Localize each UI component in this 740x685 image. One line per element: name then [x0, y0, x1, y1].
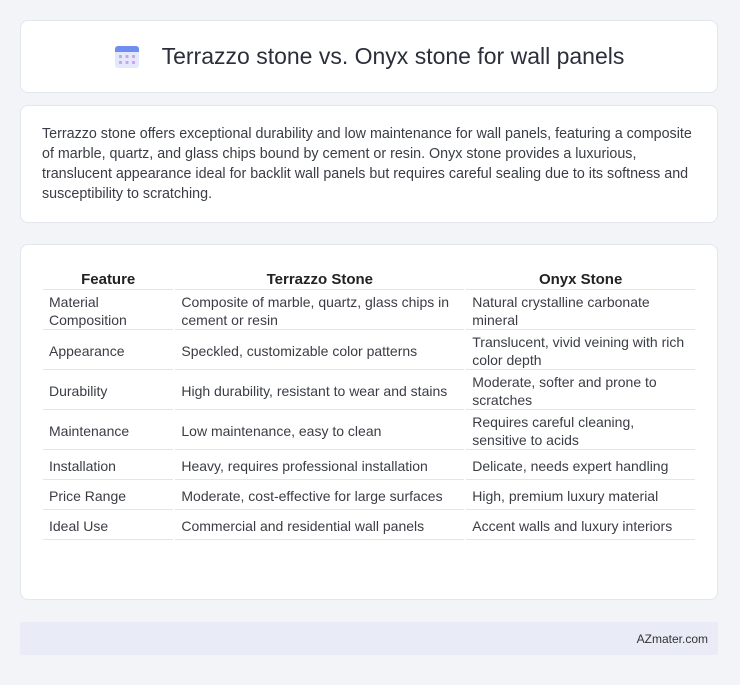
table-cell: Maintenance	[43, 412, 174, 450]
column-header-onyx: Onyx Stone	[466, 269, 695, 290]
table-cell: Translucent, vivid veining with rich col…	[466, 332, 695, 370]
comparison-table-card: Feature Terrazzo Stone Onyx Stone Materi…	[20, 244, 718, 600]
calendar-icon	[114, 45, 139, 68]
table-row: Appearance Speckled, customizable color …	[43, 332, 695, 370]
table-cell: Durability	[43, 372, 174, 410]
table-row: Maintenance Low maintenance, easy to cle…	[43, 412, 695, 450]
table-cell: Delicate, needs expert handling	[466, 452, 695, 480]
table-row: Installation Heavy, requires professiona…	[43, 452, 695, 480]
table-cell: Composite of marble, quartz, glass chips…	[175, 292, 465, 330]
footer: AZmater.com	[20, 622, 718, 655]
table-cell: Accent walls and luxury interiors	[466, 512, 695, 540]
table-cell: Commercial and residential wall panels	[175, 512, 465, 540]
table-cell: Heavy, requires professional installatio…	[175, 452, 465, 480]
table-row: Ideal Use Commercial and residential wal…	[43, 512, 695, 540]
table-row: Material Composition Composite of marble…	[43, 292, 695, 330]
table-cell: Speckled, customizable color patterns	[175, 332, 465, 370]
table-row: Durability High durability, resistant to…	[43, 372, 695, 410]
table-row: Price Range Moderate, cost-effective for…	[43, 482, 695, 510]
summary-text: Terrazzo stone offers exceptional durabi…	[42, 126, 692, 202]
table-cell: High durability, resistant to wear and s…	[175, 372, 465, 410]
table-cell: Material Composition	[43, 292, 174, 330]
table-cell: Ideal Use	[43, 512, 174, 540]
table-cell: Price Range	[43, 482, 174, 510]
title-card: Terrazzo stone vs. Onyx stone for wall p…	[20, 20, 718, 93]
summary-card: Terrazzo stone offers exceptional durabi…	[20, 105, 718, 223]
table-cell: Moderate, cost-effective for large surfa…	[175, 482, 465, 510]
page-title: Terrazzo stone vs. Onyx stone for wall p…	[161, 43, 625, 69]
footer-brand: AZmater.com	[636, 631, 708, 646]
table-cell: Natural crystalline carbonate mineral	[466, 292, 695, 330]
table-cell: Appearance	[43, 332, 174, 370]
column-header-feature: Feature	[43, 269, 174, 290]
table-cell: Installation	[43, 452, 174, 480]
comparison-table: Feature Terrazzo Stone Onyx Stone Materi…	[41, 267, 697, 542]
table-cell: High, premium luxury material	[466, 482, 695, 510]
table-header-row: Feature Terrazzo Stone Onyx Stone	[43, 269, 695, 290]
table-cell: Requires careful cleaning, sensitive to …	[466, 412, 695, 450]
table-cell: Low maintenance, easy to clean	[175, 412, 465, 450]
column-header-terrazzo: Terrazzo Stone	[175, 269, 465, 290]
table-cell: Moderate, softer and prone to scratches	[466, 372, 695, 410]
